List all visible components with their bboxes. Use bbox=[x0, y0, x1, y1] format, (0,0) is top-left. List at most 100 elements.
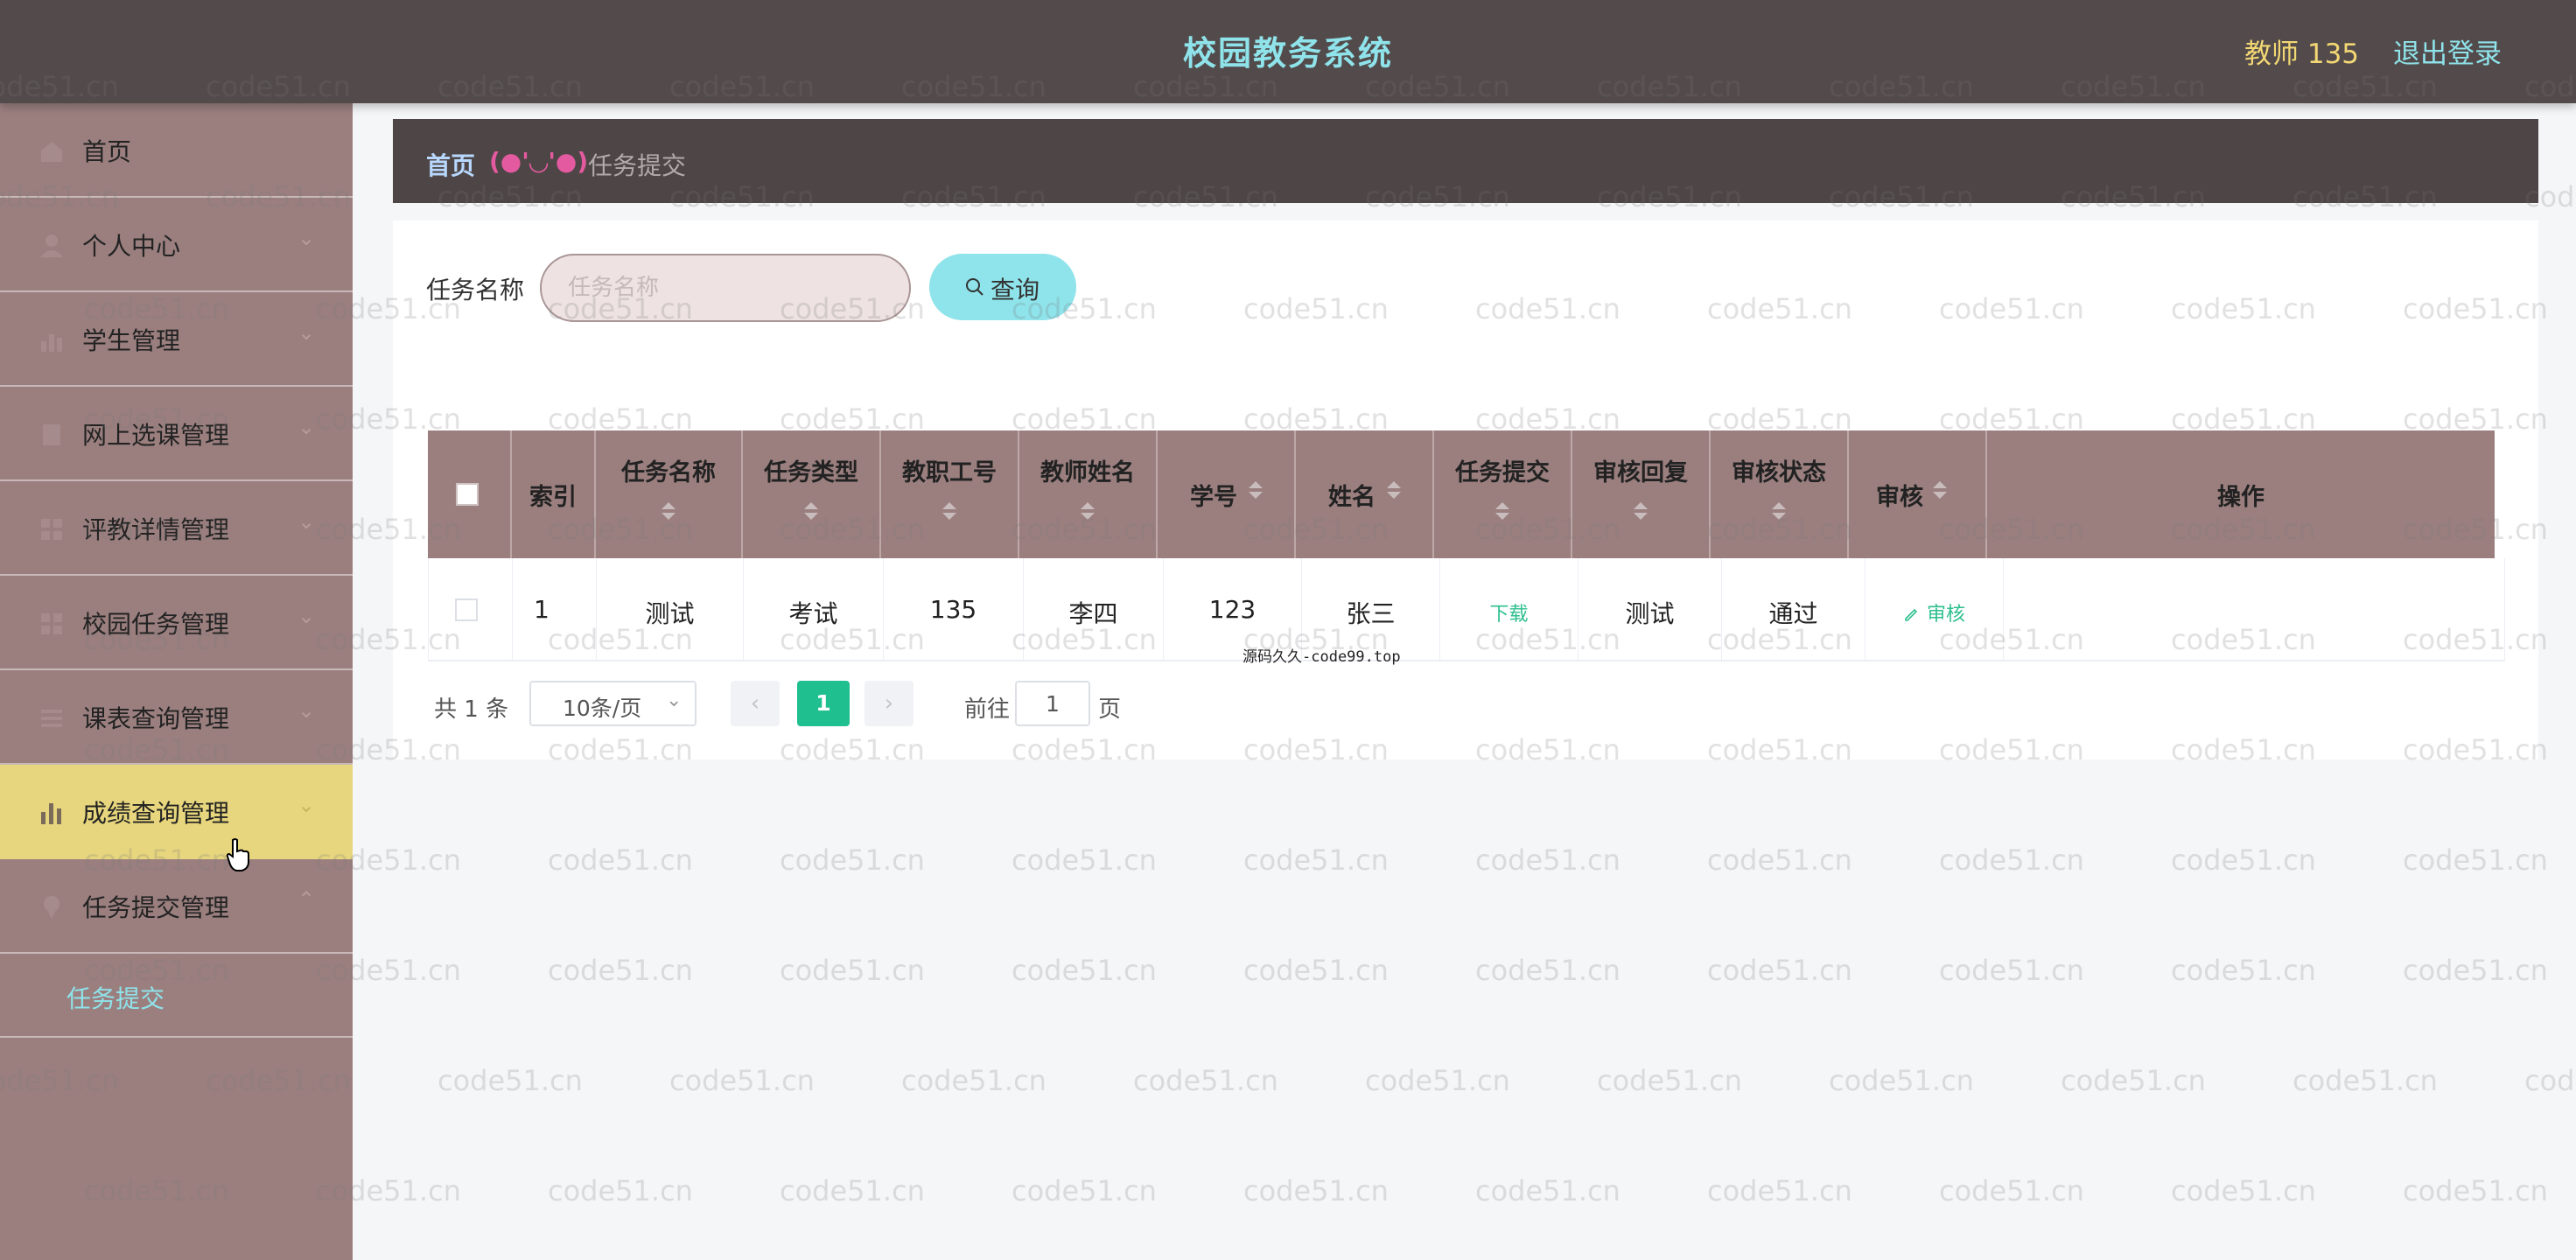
select-all-checkbox[interactable] bbox=[456, 483, 479, 506]
watermark-row: code51.cn code51.cn code51.cn code51.cn code… bbox=[84, 954, 2576, 987]
document-icon bbox=[43, 424, 60, 445]
watermark-text: code51.cn bbox=[1829, 1064, 1974, 1097]
page-size-value: 10条/页 bbox=[563, 696, 642, 721]
download-link[interactable]: 下载 bbox=[1440, 598, 1578, 626]
prev-page-button[interactable]: ‹ bbox=[731, 681, 780, 726]
goto-page-input[interactable] bbox=[1015, 681, 1090, 726]
watermark-text: code51.cn bbox=[1475, 844, 1620, 877]
chevron-down-icon: ⌄ bbox=[298, 698, 316, 723]
watermark-text: code51.cn bbox=[2403, 844, 2548, 877]
breadcrumb: 首页 (●'◡'●) 任务提交 bbox=[393, 119, 2538, 203]
chevron-up-icon: ⌃ bbox=[298, 887, 316, 912]
sidebar-item-campus-tasks[interactable]: 校园任务管理 ⌄ bbox=[0, 576, 353, 670]
watermark-text: code51.cn bbox=[780, 844, 925, 877]
sidebar-item-label: 网上选课管理 bbox=[82, 421, 230, 450]
column-header-sortable[interactable]: 任务类型 bbox=[743, 430, 881, 558]
content-panel: 任务名称 查询 索引 任务名称 任务类型 教职工号 教师姓名 学号 bbox=[393, 220, 2538, 760]
table-cell: 1 bbox=[513, 558, 597, 660]
breadcrumb-home[interactable]: 首页 bbox=[426, 147, 475, 182]
column-header-sortable[interactable]: 学号 bbox=[1158, 430, 1296, 558]
table-cell: 测试 bbox=[1578, 558, 1722, 660]
sidebar-item-timetable[interactable]: 课表查询管理 ⌄ bbox=[0, 670, 353, 765]
sort-icon[interactable] bbox=[1634, 502, 1648, 520]
task-name-search-input[interactable] bbox=[540, 254, 911, 322]
sort-icon[interactable] bbox=[1081, 502, 1095, 520]
watermark-text: code51.cn bbox=[1939, 954, 2084, 987]
app-title: 校园教务系统 bbox=[1182, 34, 1393, 73]
table-row: 1 测试 考试 135 李四 123 张三 下载 测试 通过 审核 源码久久-c… bbox=[428, 558, 2505, 666]
watermark-text: code51.cn bbox=[1707, 954, 1852, 987]
column-header-sortable[interactable]: 审核 bbox=[1849, 430, 1987, 558]
row-checkbox[interactable] bbox=[455, 598, 478, 621]
chevron-down-icon: ⌄ bbox=[666, 690, 682, 711]
sidebar-item-label: 评教详情管理 bbox=[82, 515, 230, 544]
sort-icon[interactable] bbox=[1772, 502, 1786, 520]
watermark-text: code51.cn bbox=[669, 1064, 815, 1097]
watermark-text: code51.cn bbox=[1707, 844, 1852, 877]
sidebar-item-personal-center[interactable]: 个人中心 ⌄ bbox=[0, 198, 353, 292]
page-size-select[interactable]: 10条/页 ⌄ bbox=[529, 681, 696, 726]
sidebar-subitem-label: 任务提交 bbox=[66, 984, 165, 1013]
goto-label: 前往 bbox=[964, 696, 1011, 723]
watermark-text: code51.cn bbox=[1365, 1064, 1510, 1097]
sort-icon[interactable] bbox=[942, 502, 956, 520]
column-header-sortable[interactable]: 教职工号 bbox=[881, 430, 1019, 558]
sort-icon[interactable] bbox=[1387, 481, 1401, 499]
watermark-text: code51.cn bbox=[780, 1174, 925, 1208]
chart-icon bbox=[41, 334, 62, 352]
review-button[interactable]: 审核 bbox=[1866, 598, 2003, 626]
sidebar: 首页 个人中心 ⌄ 学生管理 ⌄ 网上选课管理 ⌄ 评教详情管理 ⌄ 校园任务管… bbox=[0, 103, 353, 1260]
row-select-cell bbox=[429, 558, 513, 660]
top-header: 校园教务系统 教师 135 退出登录 bbox=[0, 0, 2576, 103]
logout-link[interactable]: 退出登录 bbox=[2393, 32, 2502, 71]
sort-icon[interactable] bbox=[1249, 481, 1263, 499]
sidebar-item-label: 成绩查询管理 bbox=[82, 799, 230, 828]
sidebar-item-label: 校园任务管理 bbox=[82, 610, 230, 639]
watermark-text: code51.cn bbox=[1243, 954, 1389, 987]
overlay-note: 源码久久-code99.top bbox=[1242, 648, 1401, 666]
list-icon bbox=[41, 710, 62, 727]
watermark-text: code51.cn bbox=[1475, 1174, 1620, 1208]
watermark-text: code51.cn bbox=[901, 1064, 1046, 1097]
watermark-text: code51.cn bbox=[548, 844, 693, 877]
chevron-right-icon: › bbox=[884, 690, 894, 717]
column-header-sortable[interactable]: 审核状态 bbox=[1711, 430, 1849, 558]
search-button[interactable]: 查询 bbox=[929, 254, 1076, 320]
next-page-button[interactable]: › bbox=[864, 681, 914, 726]
table-cell: 通过 bbox=[1722, 558, 1866, 660]
watermark-text: code51.cn bbox=[1597, 1064, 1742, 1097]
sort-icon[interactable] bbox=[662, 502, 676, 520]
sidebar-item-course-selection[interactable]: 网上选课管理 ⌄ bbox=[0, 387, 353, 481]
watermark-text: code51.cn bbox=[1133, 1064, 1278, 1097]
watermark-text: code51.cn bbox=[2292, 1064, 2438, 1097]
column-header-sortable[interactable]: 任务名称 bbox=[596, 430, 743, 558]
column-header-sortable[interactable]: 教师姓名 bbox=[1019, 430, 1158, 558]
watermark-text: code51.cn bbox=[1243, 844, 1389, 877]
sidebar-item-grades[interactable]: 成绩查询管理 ⌄ bbox=[0, 765, 353, 859]
column-header-sortable[interactable]: 任务提交 bbox=[1434, 430, 1572, 558]
sidebar-item-evaluation[interactable]: 评教详情管理 ⌄ bbox=[0, 481, 353, 576]
watermark-text: code51.cn bbox=[2061, 1064, 2206, 1097]
column-header-sortable[interactable]: 姓名 bbox=[1296, 430, 1434, 558]
watermark-text: code51.cn bbox=[548, 954, 693, 987]
table-cell: 135 bbox=[884, 558, 1024, 660]
sort-icon[interactable] bbox=[1495, 502, 1509, 520]
current-user: 教师 135 bbox=[2244, 38, 2360, 70]
search-icon bbox=[966, 278, 984, 296]
sort-icon[interactable] bbox=[1933, 481, 1947, 499]
sidebar-item-home[interactable]: 首页 bbox=[0, 103, 353, 198]
grid-icon bbox=[41, 613, 62, 634]
pagination-total: 共 1 条 bbox=[434, 696, 509, 723]
chevron-down-icon: ⌄ bbox=[298, 604, 316, 628]
sidebar-item-label: 课表查询管理 bbox=[82, 704, 230, 733]
column-header-sortable[interactable]: 审核回复 bbox=[1572, 430, 1711, 558]
chevron-down-icon: ⌄ bbox=[298, 320, 316, 345]
sidebar-item-task-submission[interactable]: 任务提交管理 ⌃ bbox=[0, 859, 353, 954]
sort-icon[interactable] bbox=[804, 502, 818, 520]
page-number-current[interactable]: 1 bbox=[797, 681, 850, 726]
bar-chart-icon bbox=[41, 803, 61, 824]
grid-icon bbox=[41, 519, 62, 540]
chevron-down-icon: ⌄ bbox=[298, 226, 316, 250]
sidebar-subitem-task-submit[interactable]: 任务提交 bbox=[0, 954, 353, 1038]
sidebar-item-student-management[interactable]: 学生管理 ⌄ bbox=[0, 292, 353, 387]
